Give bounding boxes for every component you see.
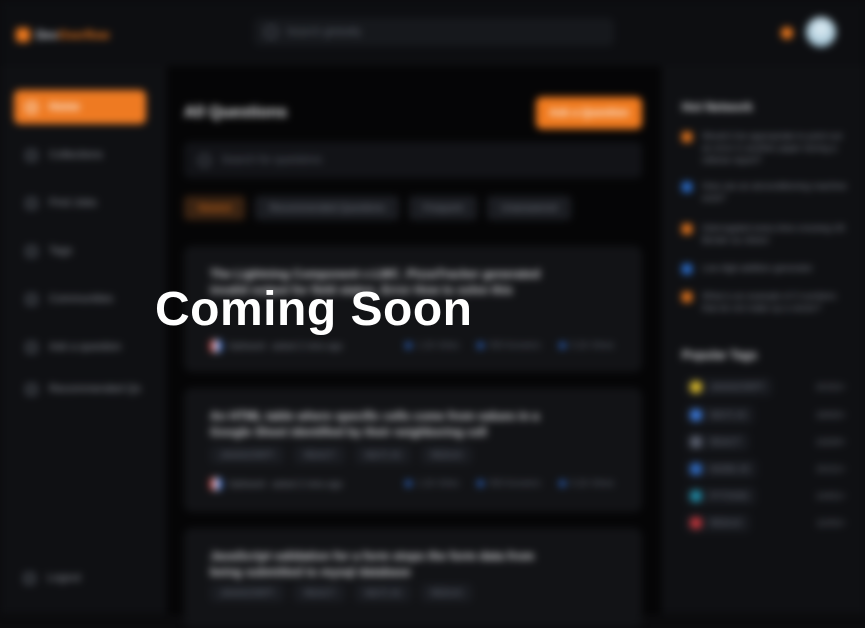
coming-soon-heading: Coming Soon [155,283,473,336]
coming-soon-overlay: Coming Soon [0,0,865,614]
